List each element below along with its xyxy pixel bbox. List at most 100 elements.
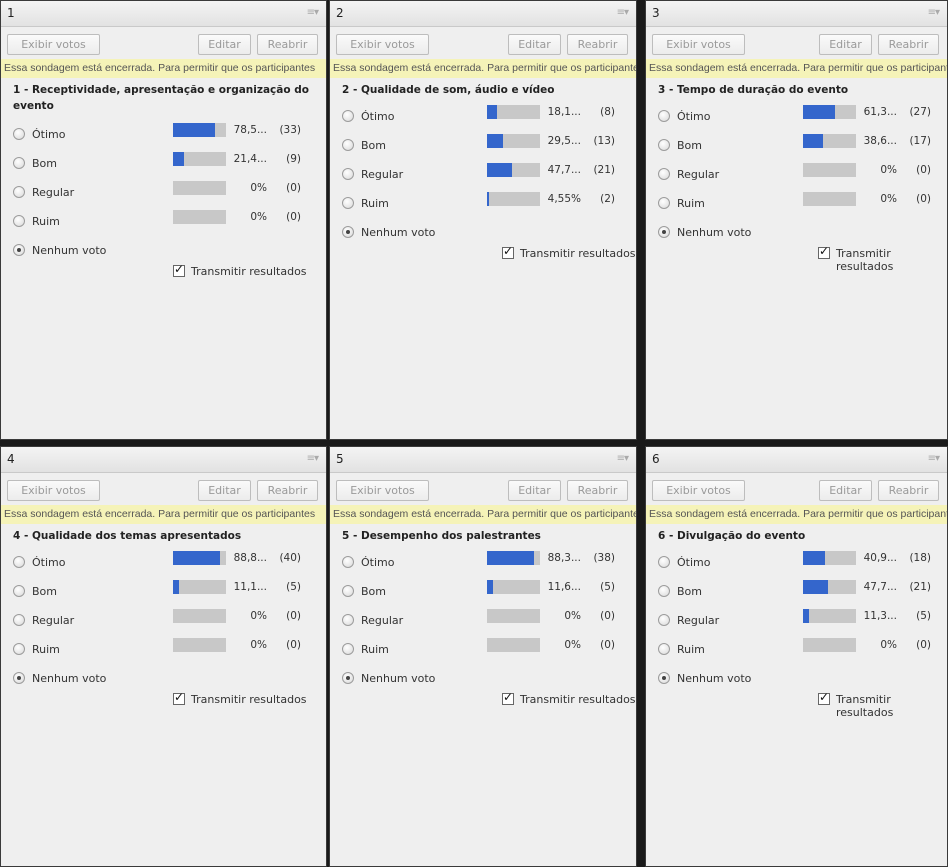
poll-option[interactable]: Ótimo 61,3... (27) bbox=[646, 102, 947, 131]
show-votes-button[interactable]: Exibir votos bbox=[7, 480, 100, 501]
radio-icon[interactable] bbox=[13, 128, 25, 140]
poll-option[interactable]: Ótimo 18,1... (8) bbox=[330, 102, 636, 131]
edit-button[interactable]: Editar bbox=[198, 480, 251, 501]
radio-icon[interactable] bbox=[13, 643, 25, 655]
edit-button[interactable]: Editar bbox=[508, 480, 561, 501]
poll-option[interactable]: Ruim 4,55% (2) bbox=[330, 189, 636, 218]
no-vote-option[interactable]: Nenhum voto bbox=[646, 218, 947, 247]
transmit-results[interactable]: Transmitir resultados bbox=[646, 690, 947, 721]
radio-icon[interactable] bbox=[658, 614, 670, 626]
radio-selected-icon[interactable] bbox=[13, 244, 25, 256]
poll-option[interactable]: Regular 0% (0) bbox=[646, 160, 947, 189]
poll-option[interactable]: Regular 0% (0) bbox=[330, 606, 636, 635]
poll-option[interactable]: Ruim 0% (0) bbox=[1, 207, 326, 236]
poll-option[interactable]: Regular 47,7... (21) bbox=[330, 160, 636, 189]
poll-option[interactable]: Ruim 0% (0) bbox=[646, 635, 947, 664]
no-vote-option[interactable]: Nenhum voto bbox=[646, 664, 947, 693]
radio-icon[interactable] bbox=[658, 168, 670, 180]
reopen-button[interactable]: Reabrir bbox=[567, 480, 628, 501]
poll-option[interactable]: Bom 21,4... (9) bbox=[1, 149, 326, 178]
poll-option[interactable]: Bom 11,1... (5) bbox=[1, 577, 326, 606]
radio-icon[interactable] bbox=[13, 585, 25, 597]
pod-menu-icon[interactable]: ≡▾ bbox=[307, 453, 319, 464]
radio-icon[interactable] bbox=[658, 643, 670, 655]
radio-icon[interactable] bbox=[342, 643, 354, 655]
radio-selected-icon[interactable] bbox=[658, 226, 670, 238]
edit-button[interactable]: Editar bbox=[819, 480, 872, 501]
poll-option[interactable]: Regular 11,3... (5) bbox=[646, 606, 947, 635]
radio-icon[interactable] bbox=[342, 614, 354, 626]
poll-option[interactable]: Bom 38,6... (17) bbox=[646, 131, 947, 160]
radio-icon[interactable] bbox=[658, 556, 670, 568]
no-vote-option[interactable]: Nenhum voto bbox=[330, 664, 636, 693]
poll-option[interactable]: Bom 29,5... (13) bbox=[330, 131, 636, 160]
radio-selected-icon[interactable] bbox=[342, 672, 354, 684]
checkbox-checked-icon[interactable] bbox=[502, 690, 514, 705]
radio-icon[interactable] bbox=[13, 157, 25, 169]
no-vote-option[interactable]: Nenhum voto bbox=[1, 236, 326, 265]
result-bar bbox=[803, 163, 856, 177]
reopen-button[interactable]: Reabrir bbox=[567, 34, 628, 55]
no-vote-option[interactable]: Nenhum voto bbox=[1, 664, 326, 693]
checkbox-checked-icon[interactable] bbox=[173, 690, 185, 705]
radio-selected-icon[interactable] bbox=[13, 672, 25, 684]
poll-option[interactable]: Regular 0% (0) bbox=[1, 606, 326, 635]
reopen-button[interactable]: Reabrir bbox=[878, 34, 939, 55]
checkbox-checked-icon[interactable] bbox=[502, 244, 514, 259]
poll-option[interactable]: Bom 11,6... (5) bbox=[330, 577, 636, 606]
pod-menu-icon[interactable]: ≡▾ bbox=[307, 7, 319, 18]
pod-menu-icon[interactable]: ≡▾ bbox=[617, 7, 629, 18]
checkbox-checked-icon[interactable] bbox=[173, 262, 185, 277]
result-bar bbox=[487, 638, 540, 652]
transmit-results[interactable]: Transmitir resultados bbox=[330, 244, 636, 275]
radio-icon[interactable] bbox=[342, 139, 354, 151]
edit-button[interactable]: Editar bbox=[198, 34, 251, 55]
radio-icon[interactable] bbox=[342, 585, 354, 597]
edit-button[interactable]: Editar bbox=[819, 34, 872, 55]
no-vote-option[interactable]: Nenhum voto bbox=[330, 218, 636, 247]
pod-menu-icon[interactable]: ≡▾ bbox=[617, 453, 629, 464]
poll-option[interactable]: Ótimo 88,3... (38) bbox=[330, 548, 636, 577]
radio-icon[interactable] bbox=[13, 614, 25, 626]
radio-selected-icon[interactable] bbox=[658, 672, 670, 684]
radio-icon[interactable] bbox=[13, 215, 25, 227]
radio-icon[interactable] bbox=[13, 186, 25, 198]
show-votes-button[interactable]: Exibir votos bbox=[652, 480, 745, 501]
radio-icon[interactable] bbox=[342, 110, 354, 122]
result-percent: 0% bbox=[564, 610, 581, 622]
checkbox-checked-icon[interactable] bbox=[818, 244, 830, 259]
reopen-button[interactable]: Reabrir bbox=[878, 480, 939, 501]
show-votes-button[interactable]: Exibir votos bbox=[336, 34, 429, 55]
radio-icon[interactable] bbox=[658, 197, 670, 209]
radio-icon[interactable] bbox=[658, 139, 670, 151]
radio-icon[interactable] bbox=[658, 110, 670, 122]
poll-option[interactable]: Regular 0% (0) bbox=[1, 178, 326, 207]
show-votes-button[interactable]: Exibir votos bbox=[7, 34, 100, 55]
radio-icon[interactable] bbox=[13, 556, 25, 568]
show-votes-button[interactable]: Exibir votos bbox=[652, 34, 745, 55]
radio-icon[interactable] bbox=[342, 197, 354, 209]
poll-option[interactable]: Ótimo 40,9... (18) bbox=[646, 548, 947, 577]
transmit-results[interactable]: Transmitir resultados bbox=[330, 690, 636, 721]
radio-icon[interactable] bbox=[658, 585, 670, 597]
poll-option[interactable]: Ótimo 78,5... (33) bbox=[1, 120, 326, 149]
transmit-results[interactable]: Transmitir resultados bbox=[1, 262, 326, 293]
poll-option[interactable]: Ruim 0% (0) bbox=[1, 635, 326, 664]
transmit-results[interactable]: Transmitir resultados bbox=[1, 690, 326, 721]
poll-option[interactable]: Bom 47,7... (21) bbox=[646, 577, 947, 606]
poll-option[interactable]: Ruim 0% (0) bbox=[646, 189, 947, 218]
show-votes-button[interactable]: Exibir votos bbox=[336, 480, 429, 501]
reopen-button[interactable]: Reabrir bbox=[257, 34, 318, 55]
pod-menu-icon[interactable]: ≡▾ bbox=[928, 7, 940, 18]
edit-button[interactable]: Editar bbox=[508, 34, 561, 55]
option-label: Ótimo bbox=[677, 556, 711, 569]
radio-icon[interactable] bbox=[342, 556, 354, 568]
poll-option[interactable]: Ruim 0% (0) bbox=[330, 635, 636, 664]
reopen-button[interactable]: Reabrir bbox=[257, 480, 318, 501]
poll-option[interactable]: Ótimo 88,8... (40) bbox=[1, 548, 326, 577]
pod-menu-icon[interactable]: ≡▾ bbox=[928, 453, 940, 464]
radio-icon[interactable] bbox=[342, 168, 354, 180]
transmit-results[interactable]: Transmitir resultados bbox=[646, 244, 947, 275]
checkbox-checked-icon[interactable] bbox=[818, 690, 830, 705]
radio-selected-icon[interactable] bbox=[342, 226, 354, 238]
